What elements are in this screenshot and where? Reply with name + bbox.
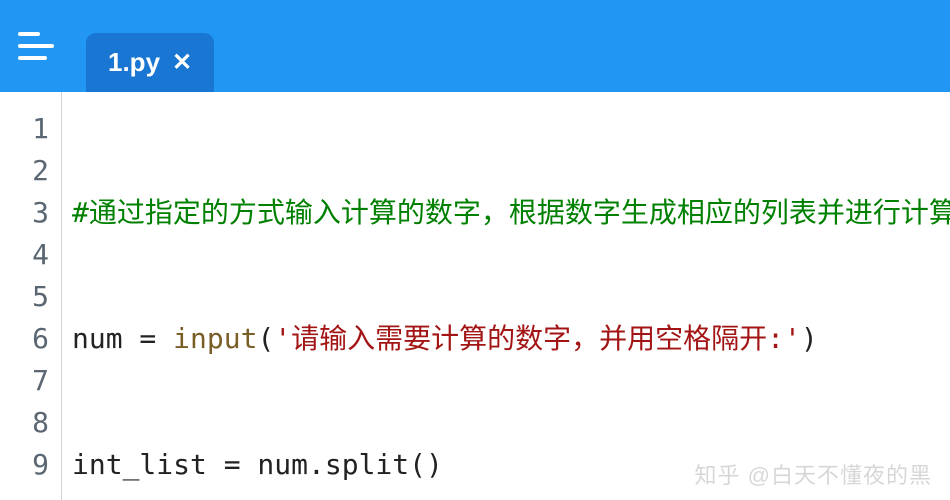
line-number: 3 — [0, 192, 61, 234]
code-area[interactable]: #通过指定的方式输入计算的数字，根据数字生成相应的列表并进行计算 num = i… — [62, 92, 950, 500]
menu-icon[interactable] — [18, 28, 54, 64]
code-line: #通过指定的方式输入计算的数字，根据数字生成相应的列表并进行计算 — [72, 192, 950, 234]
tab-filename: 1.py — [108, 47, 160, 78]
line-number: 1 — [0, 108, 61, 150]
code-line: num = input('请输入需要计算的数字，并用空格隔开:') — [72, 318, 950, 360]
line-number: 7 — [0, 360, 61, 402]
line-number: 9 — [0, 444, 61, 486]
line-number: 5 — [0, 276, 61, 318]
close-icon[interactable]: ✕ — [172, 51, 192, 75]
line-number-gutter: 1 2 3 4 5 6 7 8 9 — [0, 92, 62, 500]
line-number: 4 — [0, 234, 61, 276]
line-number: 6 — [0, 318, 61, 360]
title-bar: 1.py ✕ — [0, 0, 950, 92]
line-number: 2 — [0, 150, 61, 192]
code-line: int_list = num.split() — [72, 444, 950, 486]
line-number: 8 — [0, 402, 61, 444]
editor[interactable]: 1 2 3 4 5 6 7 8 9 #通过指定的方式输入计算的数字，根据数字生成… — [0, 92, 950, 500]
file-tab[interactable]: 1.py ✕ — [86, 33, 214, 92]
